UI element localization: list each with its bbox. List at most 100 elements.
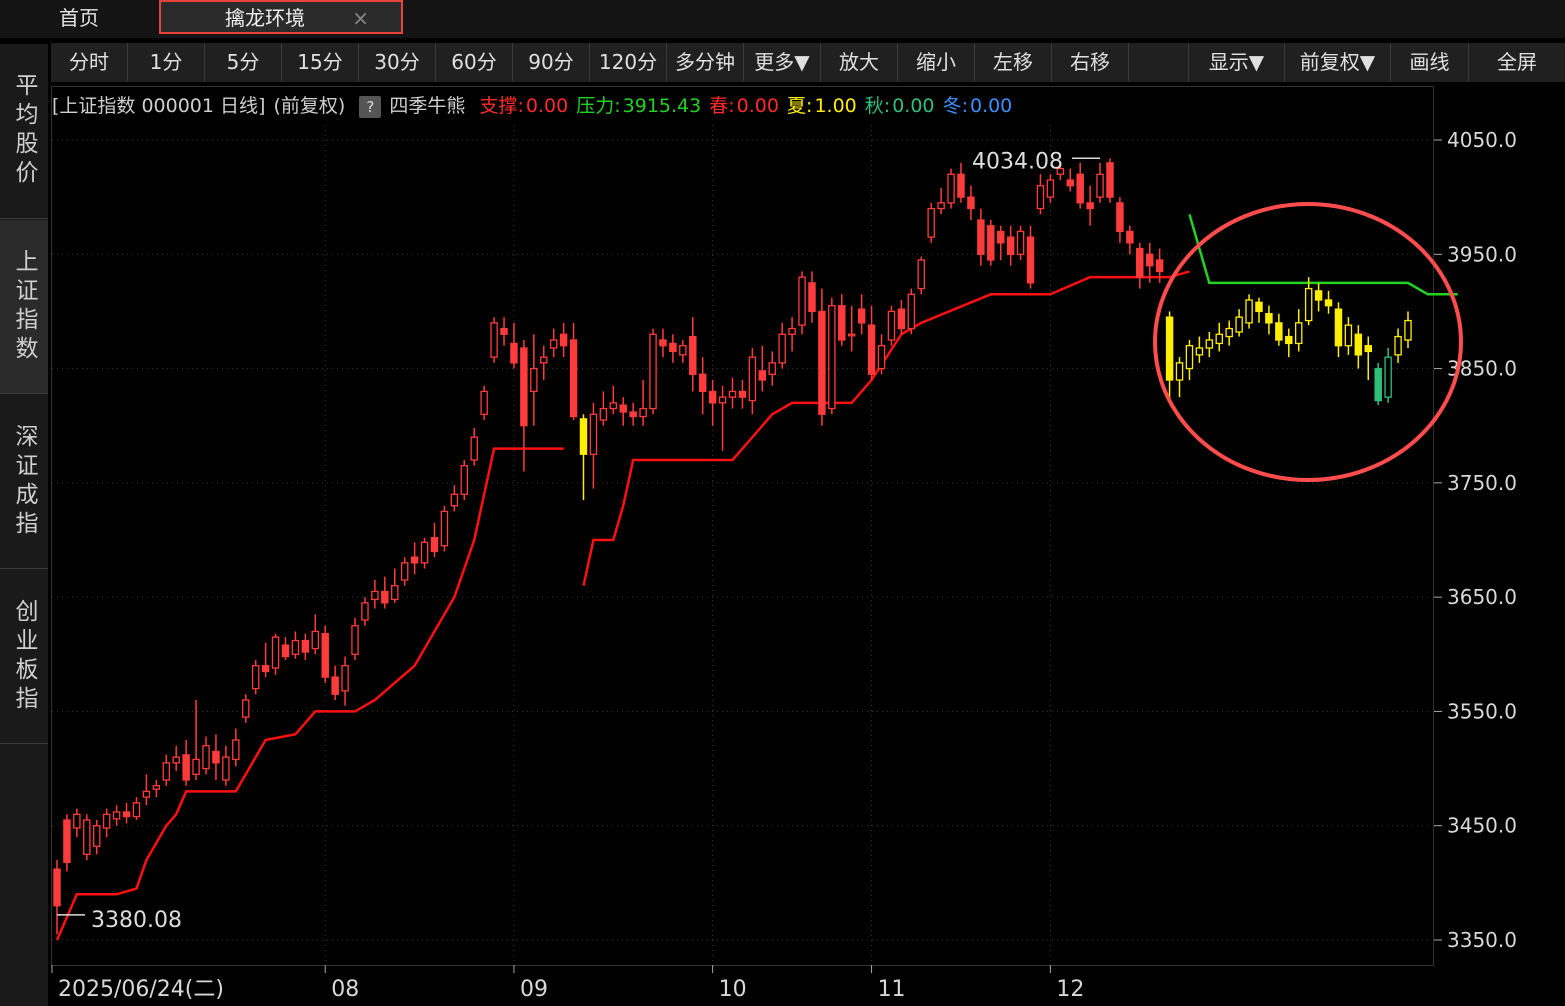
- candle-body: [470, 436, 478, 461]
- candle-body: [1334, 308, 1343, 347]
- autumn-value: 0.00: [892, 95, 935, 117]
- candle-body: [579, 418, 588, 455]
- candle-body: [430, 537, 439, 553]
- candle-body: [371, 590, 379, 601]
- candle-body: [341, 665, 349, 692]
- candle-body: [1205, 339, 1214, 349]
- help-icon[interactable]: ?: [359, 96, 382, 118]
- indicator-info-bar: [上证指数 000001 日线] (前复权) ? 四季牛熊 支撑: 0.00 压力…: [52, 90, 1432, 122]
- candle-body: [1165, 316, 1174, 381]
- candle-body: [1255, 301, 1263, 313]
- candle-body: [639, 407, 647, 418]
- candle-body: [1324, 299, 1333, 307]
- candle-body: [500, 327, 508, 335]
- candle-body: [877, 345, 886, 370]
- candle-body: [321, 633, 329, 678]
- candle-body: [1116, 202, 1124, 233]
- candle-body: [927, 207, 935, 238]
- candle-body: [828, 305, 836, 410]
- candle-body: [1285, 335, 1293, 345]
- candle-body: [867, 324, 876, 375]
- candle-body: [311, 630, 320, 650]
- highlight-circle: [1153, 202, 1463, 482]
- support-value: 0.00: [525, 95, 569, 117]
- x-tick-label: 09: [520, 977, 548, 1002]
- candle-body: [659, 339, 667, 347]
- candle-body: [510, 342, 518, 364]
- candlestick-chart[interactable]: 4050.03950.03850.03750.03650.03550.03450…: [0, 0, 1565, 1006]
- candle-body: [1016, 230, 1025, 255]
- candle-body: [63, 819, 71, 863]
- candle-body: [1066, 179, 1074, 187]
- y-tick-label: 3650.0: [1447, 585, 1517, 609]
- support-line-2: [582, 270, 1190, 586]
- candle-body: [1046, 179, 1055, 198]
- candle-body: [281, 644, 290, 658]
- candle-body: [629, 411, 637, 418]
- candle-body: [1265, 313, 1273, 324]
- adjust-label: (前复权): [273, 95, 346, 117]
- candle-body: [271, 636, 280, 669]
- candle-body: [559, 333, 568, 347]
- candle-body: [142, 790, 151, 798]
- indicator-name: 四季牛熊: [389, 95, 466, 117]
- candle-body: [887, 310, 896, 341]
- candle-body: [331, 676, 339, 695]
- candle-body: [540, 356, 548, 364]
- candle-body: [937, 202, 945, 210]
- candle-body: [718, 396, 727, 404]
- candle-body: [689, 335, 697, 375]
- candle-body: [1096, 173, 1104, 198]
- candle-body: [1294, 322, 1303, 345]
- candle-body: [222, 756, 230, 781]
- candle-body: [410, 556, 419, 564]
- candle-body: [549, 339, 558, 349]
- candle-body: [748, 356, 757, 402]
- candle-body: [232, 739, 240, 761]
- candle-body: [589, 413, 598, 455]
- candle-body: [1304, 287, 1313, 322]
- candle-body: [102, 813, 111, 829]
- candle-body: [847, 333, 856, 337]
- candle-body: [1225, 327, 1233, 338]
- support-label: 支撑:: [479, 95, 524, 117]
- candle-body: [818, 310, 826, 415]
- candle-body: [172, 756, 180, 764]
- candle-body: [1155, 259, 1164, 273]
- candle-body: [162, 762, 171, 781]
- summer-value: 1.00: [814, 95, 857, 117]
- candle-body: [599, 407, 608, 421]
- candle-body: [1344, 324, 1353, 347]
- x-tick-label: 10: [719, 977, 747, 1002]
- candle-body: [53, 868, 61, 907]
- candle-body: [1364, 345, 1372, 353]
- autumn-label: 秋:: [864, 95, 891, 117]
- x-tick-label: 08: [331, 977, 359, 1002]
- candle-body: [1354, 333, 1363, 356]
- candle-body: [1006, 236, 1015, 255]
- candle-body: [679, 345, 687, 356]
- candle-body: [768, 362, 776, 375]
- candle-body: [490, 322, 498, 358]
- candle-body: [1086, 202, 1094, 210]
- candle-body: [996, 230, 1005, 244]
- pressure-label: 压力:: [576, 95, 621, 117]
- candle-body: [957, 173, 965, 198]
- candle-body: [420, 541, 429, 564]
- candle-body: [1126, 230, 1134, 244]
- candle-body: [361, 602, 369, 621]
- candle-body: [738, 390, 747, 398]
- candle-body: [1404, 319, 1412, 341]
- candle-body: [1136, 247, 1144, 278]
- candle-body: [1175, 362, 1184, 381]
- chart-title: [上证指数 000001 日线]: [52, 95, 266, 117]
- summer-label: 夏:: [787, 95, 813, 117]
- candle-body: [440, 510, 449, 547]
- y-tick-label: 3550.0: [1447, 699, 1517, 723]
- candle-body: [1026, 236, 1035, 284]
- candle-body: [758, 370, 767, 381]
- candle-body: [261, 665, 270, 673]
- candle-body: [73, 813, 81, 829]
- candle-body: [967, 196, 975, 210]
- candle-body: [798, 276, 806, 326]
